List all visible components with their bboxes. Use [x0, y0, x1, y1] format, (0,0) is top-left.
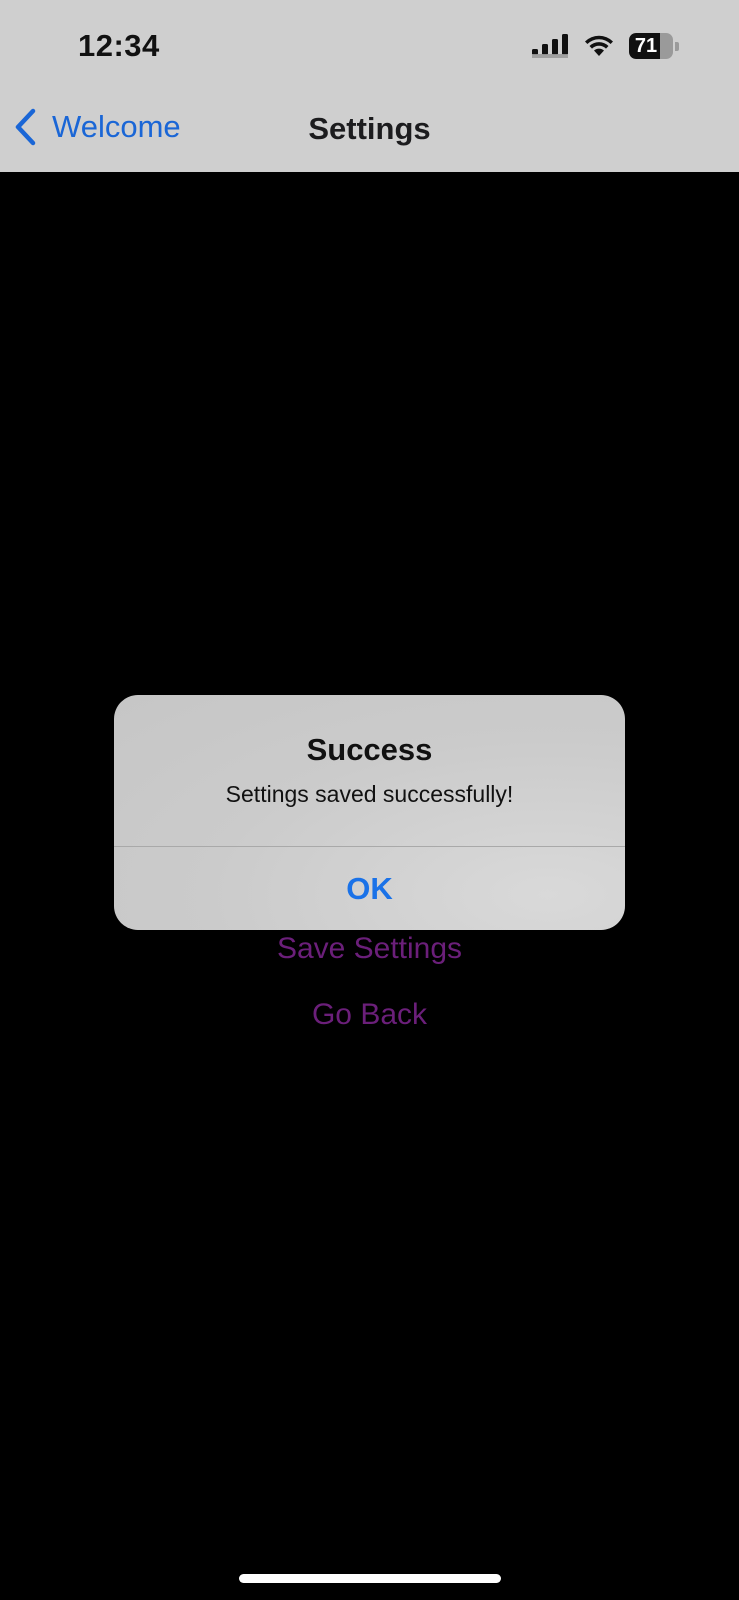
wifi-icon [585, 35, 613, 56]
home-indicator[interactable] [239, 1574, 501, 1583]
screen: 12:34 71 Welcome Settings Save Settings … [0, 0, 739, 1600]
battery-icon: 71 [629, 33, 679, 59]
battery-level: 71 [634, 35, 658, 57]
alert-title: Success [306, 732, 433, 767]
status-time: 12:34 [78, 28, 160, 63]
go-back-button[interactable]: Go Back [0, 998, 739, 1032]
success-alert: Success Settings saved successfully! OK [114, 695, 625, 930]
battery-cap [675, 41, 679, 51]
cellular-signal-icon [532, 34, 568, 58]
page-title: Settings [308, 111, 431, 146]
battery-body: 71 [629, 33, 674, 59]
alert-message: Settings saved successfully! [225, 781, 514, 807]
status-icons: 71 [531, 33, 679, 59]
alert-ok-button[interactable]: OK [114, 847, 625, 930]
save-settings-button[interactable]: Save Settings [0, 932, 739, 966]
header: 12:34 71 Welcome Settings [0, 0, 739, 172]
